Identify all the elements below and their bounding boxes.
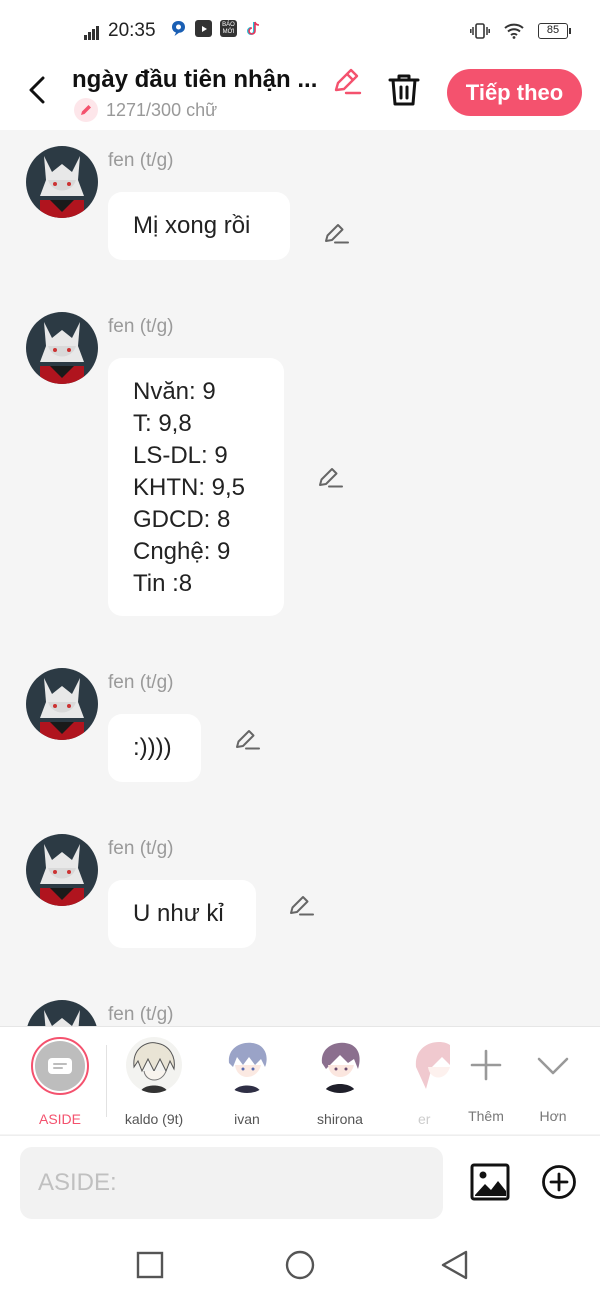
image-icon: [470, 1163, 510, 1201]
character-name: er: [418, 1111, 431, 1127]
avatar[interactable]: [26, 146, 98, 218]
message-line: U như kỉ: [133, 900, 224, 927]
character-name: ASIDE: [38, 1111, 81, 1127]
character-bar: ASIDE kaldo (9t) ivan shirona er Thêm Hơ…: [0, 1026, 600, 1134]
message: fen (t/g) Nvăn: 9 T: 9,8 LS-DL: 9 KHTN: …: [0, 312, 600, 622]
divider: [106, 1045, 107, 1117]
edit-message-button[interactable]: [233, 726, 261, 754]
signal-icon: [84, 26, 104, 40]
back-button[interactable]: [22, 72, 52, 108]
message-input[interactable]: [20, 1147, 443, 1219]
editor-header: ngày đầu tiên nhận ... 1271/300 chữ Tiếp…: [0, 62, 600, 130]
edit-icon: [319, 468, 343, 488]
back-nav-button[interactable]: [438, 1249, 470, 1281]
message-bubble[interactable]: Nvăn: 9 T: 9,8 LS-DL: 9 KHTN: 9,5 GDCD: …: [108, 358, 284, 616]
chevron-down-icon: [537, 1057, 569, 1075]
expand-label: Hơn: [539, 1108, 567, 1124]
aside-avatar: [31, 1037, 89, 1095]
message-line: Tin :8: [133, 570, 193, 597]
character-name: ivan: [234, 1111, 260, 1127]
youtube-icon: [195, 20, 212, 37]
recents-button[interactable]: [134, 1249, 166, 1281]
message: fen (t/g) U như kỉ: [0, 834, 600, 954]
edit-icon: [290, 896, 314, 916]
expand-button[interactable]: Hơn: [513, 1037, 593, 1124]
chevron-left-icon: [29, 76, 45, 104]
message-line: :)))): [133, 734, 172, 761]
character-ivan[interactable]: ivan: [202, 1037, 292, 1127]
battery-icon: 85: [538, 23, 571, 39]
avatar[interactable]: [26, 1000, 98, 1026]
triangle-back-icon: [441, 1250, 468, 1280]
clock: 20:35: [108, 20, 156, 41]
notification-icons: BÁO MỚI: [170, 20, 262, 42]
edit-icon: [325, 224, 349, 244]
message-line: LS-DL: 9: [133, 442, 228, 469]
character-name: shirona: [317, 1111, 363, 1127]
avatar: [219, 1037, 275, 1093]
insert-image-button[interactable]: [470, 1163, 510, 1201]
word-count-row: 1271/300 chữ: [74, 98, 217, 122]
avatar: [312, 1037, 368, 1093]
system-icons: 85: [470, 22, 571, 40]
pencil-icon: [334, 68, 362, 95]
pencil-badge-icon: [74, 98, 98, 122]
circle-icon: [285, 1250, 315, 1280]
sender-name: fen (t/g): [108, 838, 174, 859]
edit-message-button[interactable]: [287, 892, 315, 920]
character-kaldo[interactable]: kaldo (9t): [109, 1037, 199, 1127]
avatar: [126, 1037, 182, 1093]
plus-circle-icon: [542, 1165, 576, 1199]
input-bar: [0, 1135, 600, 1231]
sender-name: fen (t/g): [108, 150, 174, 171]
sender-name: fen (t/g): [108, 316, 174, 337]
message: fen (t/g) Mị xong rồi: [0, 146, 600, 266]
word-count: 1271/300 chữ: [106, 99, 218, 120]
avatar[interactable]: [26, 668, 98, 740]
system-nav-bar: [0, 1231, 600, 1300]
avatar[interactable]: [26, 312, 98, 384]
edit-message-button[interactable]: [316, 464, 344, 492]
character-name: kaldo (9t): [124, 1111, 184, 1127]
sender-name: fen (t/g): [108, 1004, 174, 1025]
message-bubble[interactable]: :)))): [108, 714, 201, 782]
message-line: KHTN: 9,5: [133, 474, 246, 501]
home-button[interactable]: [284, 1249, 316, 1281]
message-bubble[interactable]: U như kỉ: [108, 880, 256, 948]
message-bubble[interactable]: Mị xong rồi: [108, 192, 290, 260]
wifi-icon: [504, 23, 524, 39]
message: fen (t/g) :)))): [0, 668, 600, 788]
status-bar: 20:35 BÁO MỚI 85: [0, 0, 600, 62]
add-button[interactable]: [541, 1164, 577, 1200]
message-line: Mị xong rồi: [133, 212, 251, 239]
tiktok-icon: [245, 20, 262, 37]
square-icon: [136, 1251, 164, 1279]
vibrate-icon: [470, 23, 490, 39]
trash-icon: [388, 74, 420, 106]
character-shirona[interactable]: shirona: [295, 1037, 385, 1127]
bao-moi-icon: BÁO MỚI: [220, 20, 237, 37]
edit-icon: [236, 730, 260, 750]
character-er[interactable]: er: [390, 1037, 450, 1127]
delete-button[interactable]: [386, 70, 422, 110]
message-line: Nvăn: 9: [133, 378, 216, 405]
story-title[interactable]: ngày đầu tiên nhận ...: [72, 66, 330, 94]
edit-title-button[interactable]: [330, 66, 362, 98]
aside-icon: [48, 1058, 72, 1074]
next-button[interactable]: Tiếp theo: [447, 69, 582, 116]
edit-message-button[interactable]: [322, 220, 350, 248]
chat-area[interactable]: fen (t/g) Mị xong rồi fen (t/g) Nvăn: 9 …: [0, 130, 600, 1026]
message-line: T: 9,8: [133, 410, 192, 437]
message-line: GDCD: 8: [133, 506, 231, 533]
message: fen (t/g): [0, 1000, 600, 1026]
character-aside[interactable]: ASIDE: [15, 1037, 105, 1127]
message-line: Cnghệ: 9: [133, 538, 231, 565]
plus-icon: [470, 1049, 502, 1081]
avatar[interactable]: [26, 834, 98, 906]
chat-app-icon: [170, 20, 187, 37]
sender-name: fen (t/g): [108, 672, 174, 693]
